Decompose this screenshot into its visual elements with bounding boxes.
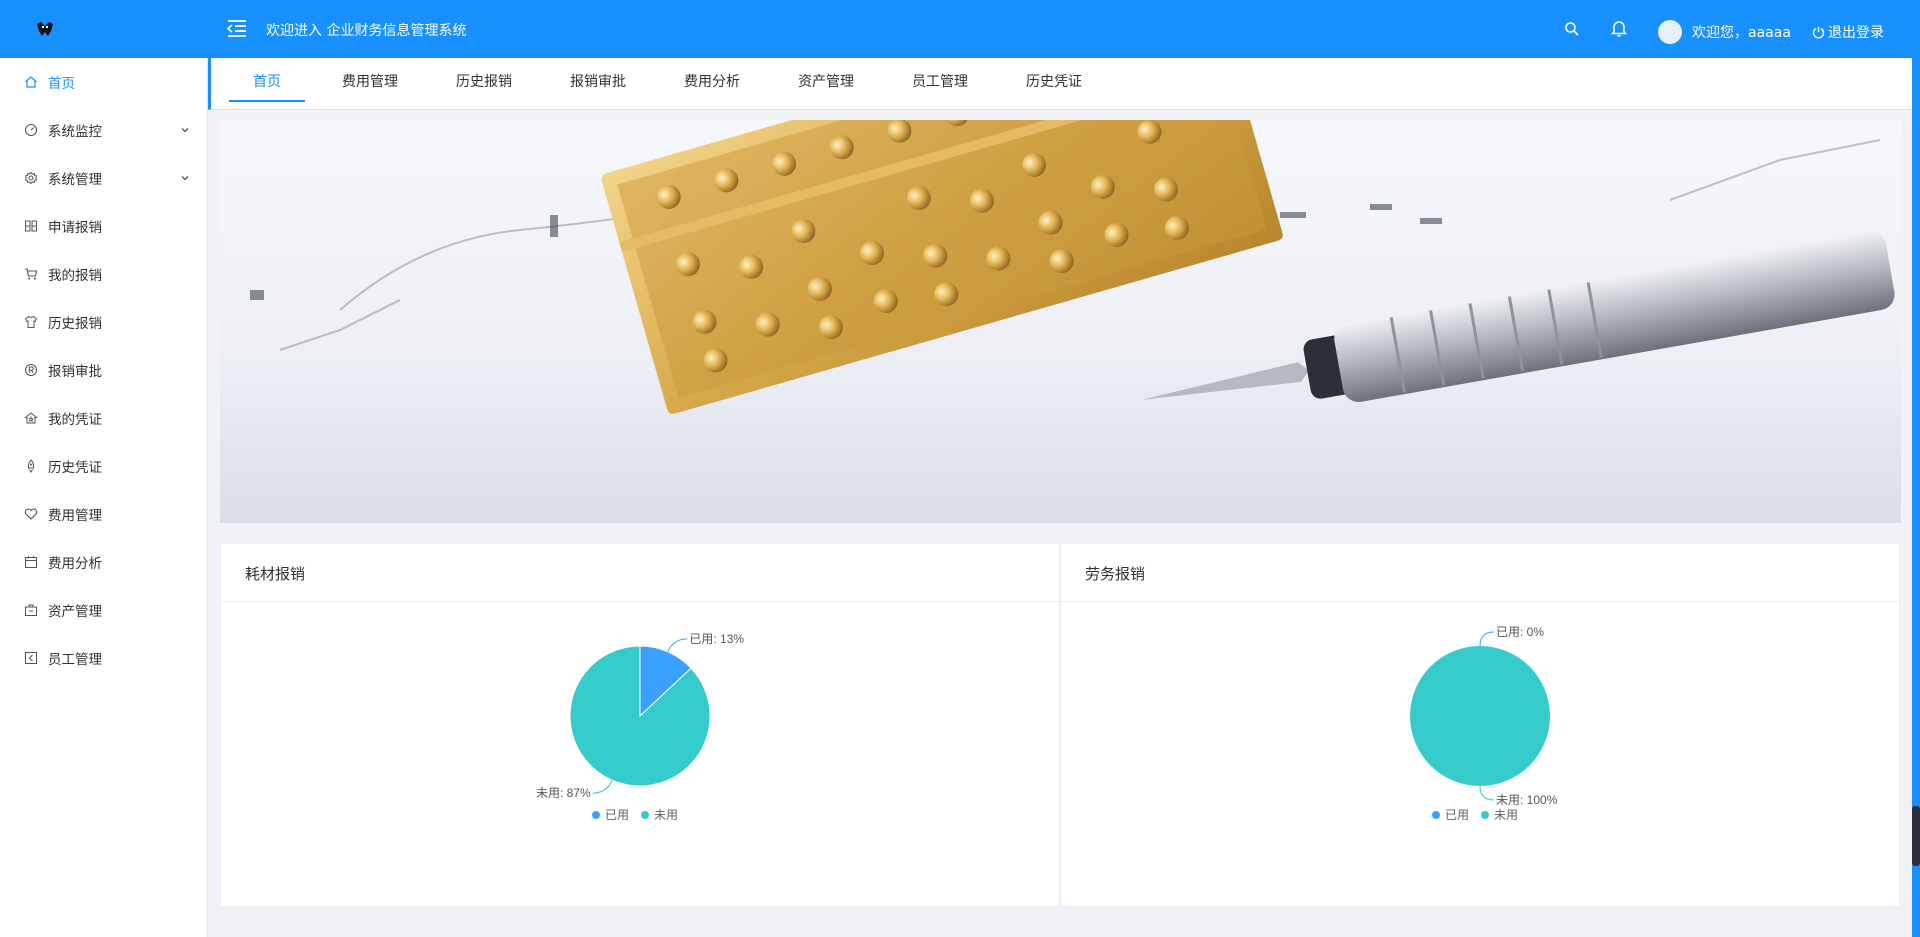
card-title: 耗材报销	[245, 565, 306, 583]
scrollbar-thumb[interactable]	[1912, 806, 1920, 866]
sidebar-item-label: 员工管理	[48, 652, 102, 668]
tab-expense-manage[interactable]: 费用管理	[338, 58, 402, 102]
home-icon	[25, 76, 37, 88]
sidebar-item-label: 我的凭证	[48, 412, 102, 428]
sidebar-item-system-manage[interactable]: 系统管理	[0, 154, 208, 202]
sidebar-item-history-reimburse[interactable]: 历史报销	[0, 298, 208, 346]
gear-icon	[24, 171, 38, 185]
briefcase-icon	[25, 604, 37, 616]
pie-label-line-0	[1479, 631, 1495, 647]
pie-slice-label-1: 未用: 87%	[536, 786, 591, 800]
heart-icon	[24, 508, 38, 520]
pie-label-line-1	[1479, 785, 1495, 801]
menu-fold-icon[interactable]	[226, 17, 248, 39]
pie-slice-1[interactable]	[1410, 646, 1550, 786]
pie-slice-label-0: 已用: 13%	[689, 632, 744, 646]
tab-expense-analysis[interactable]: 费用分析	[680, 58, 744, 102]
bell-icon[interactable]	[1611, 20, 1627, 37]
legend-dot-unused	[1481, 810, 1490, 819]
legend-label: 已用	[605, 808, 630, 822]
tab-home[interactable]: 首页	[229, 58, 305, 102]
sidebar-item-label: 系统管理	[48, 172, 102, 188]
logout-button[interactable]: 退出登录	[1812, 22, 1884, 42]
legend-dot-unused	[641, 810, 650, 819]
sidebar: 首页 系统监控 系统管理 申请报销 我的报销 历史报销 报销审批 我的凭证 历史…	[0, 58, 208, 937]
legend-dot-used	[1432, 810, 1440, 819]
sidebar-item-label: 报销审批	[48, 364, 102, 380]
pie-slice-label-0: 已用: 0%	[1496, 625, 1544, 639]
sidebar-item-approval[interactable]: 报销审批	[0, 346, 208, 394]
card-title: 劳务报销	[1085, 565, 1146, 583]
sidebar-item-label: 资产管理	[48, 604, 102, 620]
legend-item-unused[interactable]: 未用	[641, 806, 678, 823]
rocket-icon	[27, 459, 35, 473]
sidebar-item-label: 费用管理	[48, 508, 102, 524]
sidebar-item-label: 首页	[48, 76, 75, 92]
legend-label: 未用	[1494, 808, 1519, 822]
sidebar-item-history-voucher[interactable]: 历史凭证	[0, 442, 208, 490]
logout-label: 退出登录	[1828, 25, 1884, 41]
tab-bar: 首页 费用管理 历史报销 报销审批 费用分析 资产管理 员工管理 历史凭证	[208, 58, 1912, 110]
banner-image	[220, 120, 1901, 523]
sidebar-item-system-monitor[interactable]: 系统监控	[0, 106, 208, 154]
sidebar-item-expense-analysis[interactable]: 费用分析	[0, 538, 208, 586]
abacus-pen-illustration	[250, 120, 1895, 414]
top-header: 欢迎进入 企业财务信息管理系统 欢迎您，aaaaa 退出登录	[0, 0, 1920, 58]
legend-dot-used	[592, 810, 600, 819]
window-scrollbar[interactable]	[1912, 0, 1920, 937]
logo-icon	[37, 22, 53, 36]
chart-legend: 已用 未用	[592, 806, 678, 823]
power-icon	[1812, 26, 1825, 38]
legend-item-used[interactable]: 已用	[1432, 806, 1469, 823]
legend-label: 已用	[1445, 808, 1470, 822]
sidebar-item-home[interactable]: 首页	[0, 58, 208, 106]
search-icon[interactable]	[1564, 21, 1580, 37]
registered-icon	[24, 363, 38, 377]
grid-icon	[25, 220, 37, 232]
sidebar-item-label: 历史报销	[48, 316, 102, 332]
app-title: 欢迎进入 企业财务信息管理系统	[266, 23, 467, 39]
back-box-icon	[25, 652, 37, 664]
sidebar-item-label: 历史凭证	[48, 460, 102, 476]
tab-staff-manage[interactable]: 员工管理	[908, 58, 972, 102]
shirt-icon	[24, 315, 38, 328]
consumables-card: 耗材报销 已用: 13% 未用: 87% 已用 未用	[220, 543, 1060, 907]
sidebar-item-expense-manage[interactable]: 费用管理	[0, 490, 208, 538]
house-star-icon	[24, 412, 38, 424]
calendar-icon	[25, 556, 37, 568]
dashboard-icon	[24, 123, 38, 137]
sidebar-item-label: 费用分析	[48, 556, 102, 572]
pie-label-line-0	[667, 638, 688, 652]
pie-slice-label-1: 未用: 100%	[1496, 793, 1558, 807]
chart-legend: 已用 未用	[1432, 806, 1518, 823]
sidebar-item-my-reimburse[interactable]: 我的报销	[0, 250, 208, 298]
sidebar-item-staff-manage[interactable]: 员工管理	[0, 634, 208, 682]
legend-item-unused[interactable]: 未用	[1481, 806, 1518, 823]
sidebar-item-label: 系统监控	[48, 124, 102, 140]
cart-icon	[25, 268, 38, 280]
sidebar-item-label: 申请报销	[48, 220, 102, 236]
legend-item-used[interactable]: 已用	[592, 806, 629, 823]
sidebar-item-my-voucher[interactable]: 我的凭证	[0, 394, 208, 442]
sidebar-item-asset-manage[interactable]: 资产管理	[0, 586, 208, 634]
tab-history-reimburse[interactable]: 历史报销	[452, 58, 516, 102]
sidebar-item-label: 我的报销	[48, 268, 102, 284]
sidebar-item-apply-reimburse[interactable]: 申请报销	[0, 202, 208, 250]
chevron-down-icon	[181, 128, 189, 133]
chevron-down-icon	[181, 176, 189, 181]
pie-label-line-1	[592, 780, 613, 794]
tab-history-voucher[interactable]: 历史凭证	[1022, 58, 1086, 102]
avatar[interactable]	[1658, 20, 1682, 44]
tab-approval[interactable]: 报销审批	[566, 58, 630, 102]
tab-asset-manage[interactable]: 资产管理	[794, 58, 858, 102]
user-greeting: 欢迎您，aaaaa	[1692, 25, 1791, 41]
labor-card: 劳务报销 已用: 0% 未用: 100% 已用 未用	[1060, 543, 1900, 907]
legend-label: 未用	[654, 808, 679, 822]
